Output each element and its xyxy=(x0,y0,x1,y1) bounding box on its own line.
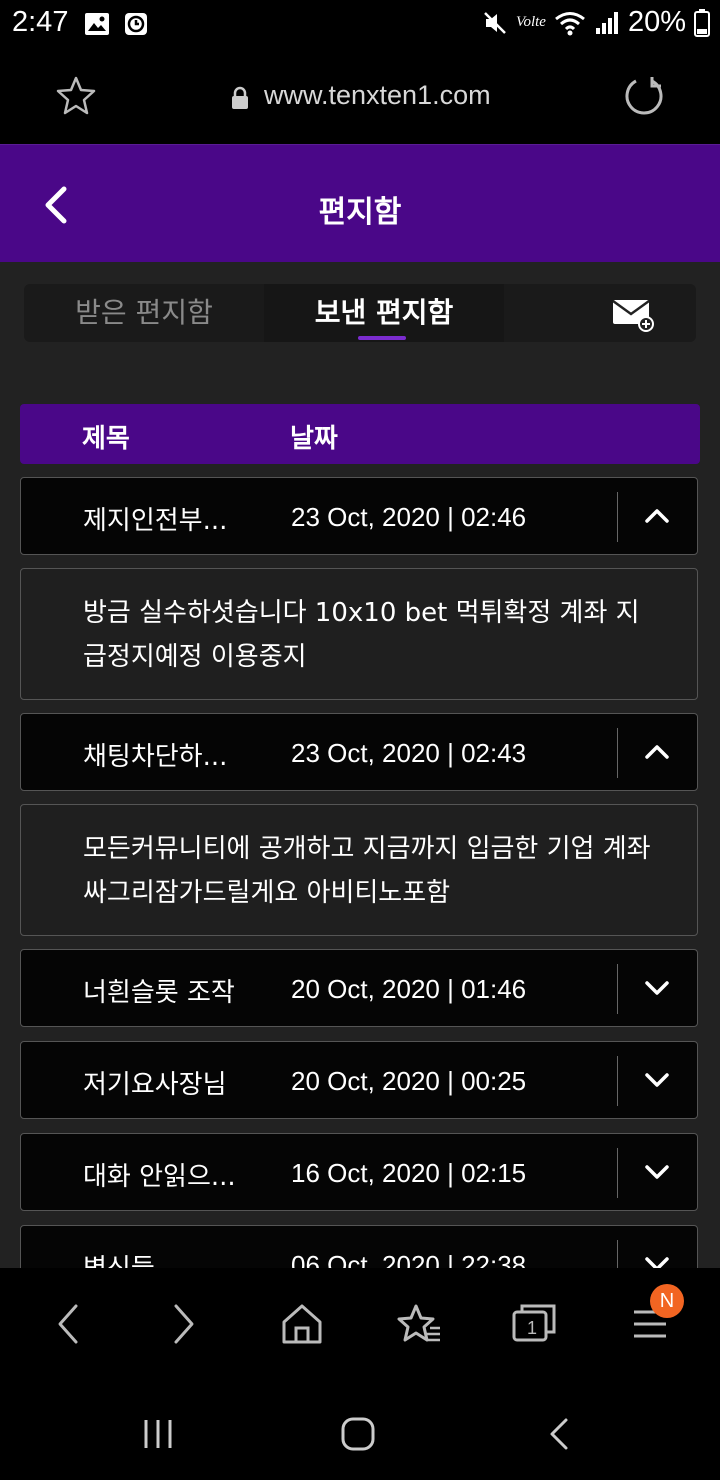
message-subject: 대화 안읽으... xyxy=(83,1162,236,1192)
column-date: 날짜 xyxy=(290,424,338,454)
system-nav-bar xyxy=(0,1390,720,1480)
compose-mail-icon[interactable] xyxy=(612,298,656,332)
active-tab-indicator xyxy=(358,336,406,340)
chevron-up-icon[interactable] xyxy=(643,738,671,766)
message-date: 16 Oct, 2020 | 02:15 xyxy=(291,1158,527,1188)
lock-icon xyxy=(232,86,248,109)
home-icon[interactable] xyxy=(280,1300,324,1348)
message-date: 23 Oct, 2020 | 02:43 xyxy=(291,738,527,768)
mailbox-tabs: 받은 편지함 보낸 편지함 xyxy=(24,284,696,342)
column-subject: 제목 xyxy=(82,424,130,454)
page-title: 편지함 xyxy=(318,195,402,230)
message-body-panel: 모든커뮤니티에 공개하고 지금까지 입금한 기업 계좌 싸그리잠가드릴게요 아비… xyxy=(20,804,698,936)
chevron-down-icon[interactable] xyxy=(643,1250,671,1268)
row-divider xyxy=(617,728,618,778)
row-divider xyxy=(617,1056,618,1106)
tabs-count: 1 xyxy=(527,1318,538,1338)
table-header: 제목 날짜 xyxy=(20,404,700,464)
signal-icon xyxy=(595,11,618,34)
chevron-up-icon[interactable] xyxy=(643,502,671,530)
message-date: 20 Oct, 2020 | 00:25 xyxy=(291,1066,527,1096)
message-date: 20 Oct, 2020 | 01:46 xyxy=(291,974,527,1004)
mailbox-content: 받은 편지함 보낸 편지함 제목 날짜 제지인전부... 23 Oct, 202… xyxy=(0,262,720,1268)
image-icon xyxy=(85,13,109,35)
wifi-icon xyxy=(555,11,585,35)
reload-icon[interactable] xyxy=(622,74,666,118)
recent-apps-icon[interactable] xyxy=(140,1414,176,1454)
message-subject: 너흰슬롯 조작 xyxy=(83,978,235,1008)
browser-forward-icon[interactable] xyxy=(168,1300,200,1348)
battery-icon xyxy=(694,8,710,37)
message-subject: 병신들 xyxy=(83,1248,155,1268)
message-date: 06 Oct, 2020 | 22:38 xyxy=(291,1250,527,1268)
message-body: 방금 실수하셧습니다 10x10 bet 먹튀확정 계좌 지급정지예정 이용중지 xyxy=(83,598,640,672)
mute-icon xyxy=(484,11,506,34)
message-row[interactable]: 대화 안읽으... 16 Oct, 2020 | 02:15 xyxy=(20,1133,698,1211)
message-body: 모든커뮤니티에 공개하고 지금까지 입금한 기업 계좌 싸그리잠가드릴게요 아비… xyxy=(83,834,651,908)
message-row[interactable]: 채팅차단하... 23 Oct, 2020 | 02:43 xyxy=(20,713,698,791)
system-back-icon[interactable] xyxy=(544,1414,576,1454)
message-row[interactable]: 너흰슬롯 조작 20 Oct, 2020 | 01:46 xyxy=(20,949,698,1027)
message-body-panel: 방금 실수하셧습니다 10x10 bet 먹튀확정 계좌 지급정지예정 이용중지 xyxy=(20,568,698,700)
row-divider xyxy=(617,1240,618,1268)
chevron-down-icon[interactable] xyxy=(643,1066,671,1094)
row-divider xyxy=(617,964,618,1014)
browser-back-icon[interactable] xyxy=(52,1300,84,1348)
battery-percent: 20% xyxy=(627,6,686,38)
notification-badge: N xyxy=(650,1284,684,1318)
url-text[interactable]: www.tenxten1.com xyxy=(264,80,491,111)
message-subject: 채팅차단하... xyxy=(83,742,228,772)
message-row[interactable]: 병신들 06 Oct, 2020 | 22:38 xyxy=(20,1225,698,1268)
tab-received[interactable]: 받은 편지함 xyxy=(24,284,264,342)
bookmarks-icon[interactable] xyxy=(396,1300,442,1348)
tab-sent[interactable]: 보낸 편지함 xyxy=(264,284,504,342)
status-time: 2:47 xyxy=(12,6,69,38)
message-subject: 제지인전부... xyxy=(83,506,228,536)
home-button-icon[interactable] xyxy=(338,1414,378,1454)
status-bar: 2:47 Volte 20% xyxy=(0,0,720,48)
message-row[interactable]: 제지인전부... 23 Oct, 2020 | 02:46 xyxy=(20,477,698,555)
page-header: 편지함 xyxy=(0,144,720,262)
volte-label: Volte xyxy=(515,14,546,30)
chevron-down-icon[interactable] xyxy=(643,974,671,1002)
clock-icon xyxy=(125,13,147,35)
message-date: 23 Oct, 2020 | 02:46 xyxy=(291,502,527,532)
message-row[interactable]: 저기요사장님 20 Oct, 2020 | 00:25 xyxy=(20,1041,698,1119)
browser-toolbar: 1 N xyxy=(0,1268,720,1390)
message-subject: 저기요사장님 xyxy=(83,1070,227,1100)
chevron-down-icon[interactable] xyxy=(643,1158,671,1186)
row-divider xyxy=(617,1148,618,1198)
row-divider xyxy=(617,492,618,542)
url-bar[interactable]: www.tenxten1.com xyxy=(0,48,720,144)
bookmark-star-icon[interactable] xyxy=(54,74,98,118)
